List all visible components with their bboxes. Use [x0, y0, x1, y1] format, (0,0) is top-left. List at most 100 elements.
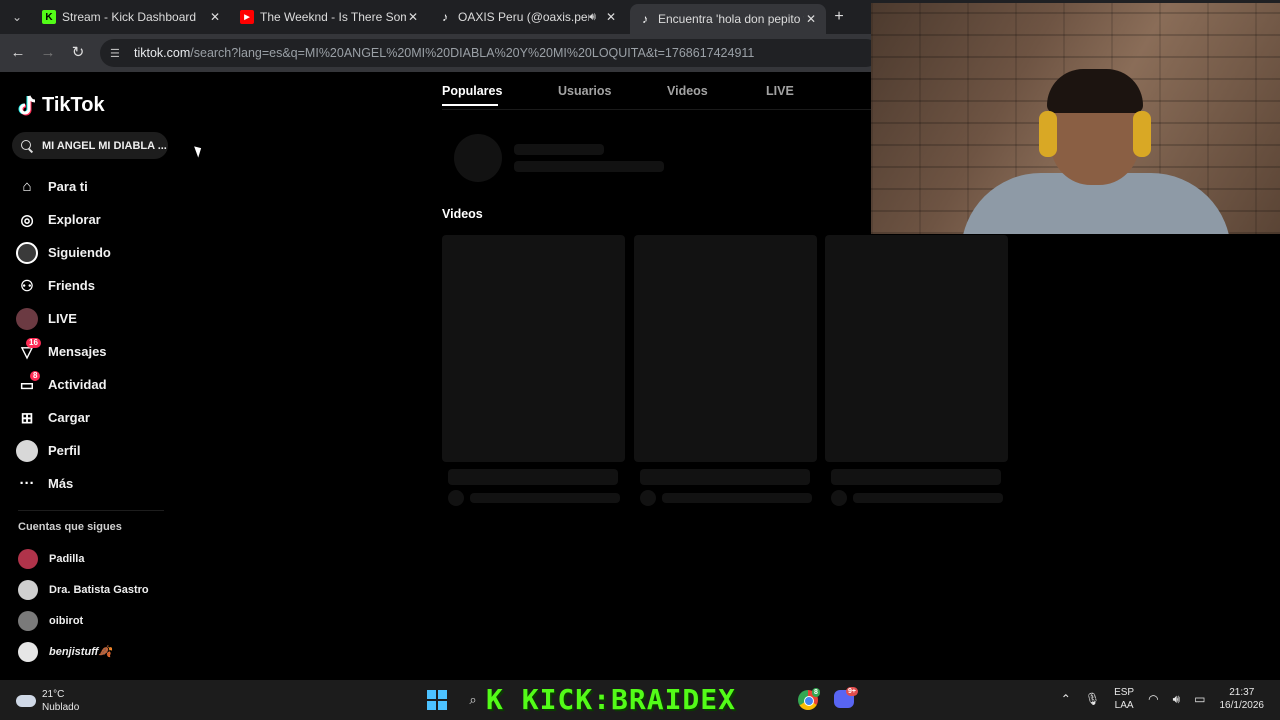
browser-tab-active-search[interactable]: ♪ Encuentra 'hola don pepito tuto ✕: [630, 4, 826, 34]
sidebar-nav: ⌂ Para ti ◎ Explorar Siguiendo ⚇ Friends…: [16, 170, 176, 500]
microphone-icon[interactable]: 🎙︎: [1085, 692, 1100, 706]
following-account[interactable]: oibirot: [18, 605, 149, 636]
video-meta-skeleton: [640, 490, 817, 506]
webcam-overlay: [871, 3, 1280, 234]
tiktok-icon: ♪: [642, 12, 648, 26]
mouse-cursor: [194, 144, 204, 158]
tab-title: OAXIS Peru (@oaxis.peru) en: [458, 10, 589, 24]
tab-search-menu-icon[interactable]: ⌄: [8, 8, 26, 26]
tiktok-icon: ♪: [442, 10, 448, 24]
clock[interactable]: 21:37 16/1/2026: [1220, 686, 1265, 712]
sidebar-item-label: Para ti: [48, 179, 88, 194]
back-arrow-icon[interactable]: ←: [8, 43, 28, 63]
account-name: Padilla: [49, 552, 85, 565]
sidebar-item-label: Mensajes: [48, 344, 107, 359]
clock-time: 21:37: [1229, 687, 1255, 698]
search-icon: [20, 139, 34, 153]
volume-icon[interactable]: 🔊︎: [1173, 692, 1181, 707]
upload-icon: ⊞: [20, 409, 34, 427]
weather-widget[interactable]: 21°C Nublado: [16, 688, 79, 714]
sidebar-item-label: Cargar: [48, 410, 90, 425]
activity-badge: 8: [30, 370, 41, 381]
video-card-skeleton[interactable]: [825, 235, 1008, 506]
video-card-skeleton[interactable]: [442, 235, 625, 506]
clock-date: 16/1/2026: [1219, 700, 1265, 711]
more-icon: ···: [19, 475, 35, 492]
browser-tab-youtube[interactable]: ▶ The Weeknd - Is There Someone ✕: [232, 4, 428, 30]
sidebar-item-live[interactable]: LIVE: [16, 302, 176, 335]
messages-icon: ▽ 16: [16, 337, 41, 363]
video-title-skeleton: [448, 469, 618, 485]
reload-icon[interactable]: ↻: [68, 43, 88, 63]
home-icon: ⌂: [22, 178, 32, 195]
close-tab-icon[interactable]: ✕: [406, 10, 420, 24]
close-tab-icon[interactable]: ✕: [804, 12, 818, 26]
kick-channel-banner: K KICK:BRAIDEX: [486, 683, 737, 716]
tab-title: Encuentra 'hola don pepito tuto: [658, 12, 804, 26]
friends-icon: ⚇: [20, 277, 34, 295]
avatar: [18, 610, 38, 631]
browser-tab-kick[interactable]: K Stream - Kick Dashboard ✕: [34, 4, 230, 30]
weather-desc: Nublado: [42, 702, 80, 713]
following-account[interactable]: benjistuff🍂: [18, 636, 149, 667]
chrome-badge: 8: [812, 688, 820, 697]
sidebar-item-label: Friends: [48, 278, 95, 293]
search-value: MI ANGEL MI DIABLA ...: [42, 139, 167, 152]
system-tray: ⌃ 🎙︎ ESP LAA ◠ 🔊︎ ▭ 21:37 16/1/2026: [1061, 686, 1264, 712]
sidebar-item-cargar[interactable]: ⊞ Cargar: [16, 401, 176, 434]
avatar: [18, 548, 38, 569]
chevron-up-icon[interactable]: ⌃: [1061, 692, 1071, 706]
video-thumbnail-skeleton: [825, 235, 1008, 462]
activity-icon: ▭ 8: [16, 370, 41, 396]
speaker-icon[interactable]: 🔊︎: [589, 11, 596, 24]
following-section-title: Cuentas que sigues: [18, 521, 122, 533]
language-indicator[interactable]: ESP LAA: [1114, 686, 1134, 712]
sidebar-item-friends[interactable]: ⚇ Friends: [16, 269, 176, 302]
messages-badge: 16: [26, 337, 41, 348]
sidebar-item-perfil[interactable]: Perfil: [16, 434, 176, 467]
video-thumbnail-skeleton: [442, 235, 625, 462]
video-thumbnail-skeleton: [634, 235, 817, 462]
keyboard-layout: LAA: [1114, 700, 1134, 711]
following-account[interactable]: Padilla: [18, 543, 149, 574]
following-avatar-icon: [16, 241, 38, 264]
sidebar-item-label: Actividad: [48, 377, 107, 392]
search-input[interactable]: MI ANGEL MI DIABLA ...: [12, 132, 168, 159]
youtube-icon: ▶: [240, 10, 254, 24]
sidebar-item-siguiendo[interactable]: Siguiendo: [16, 236, 176, 269]
sidebar-item-mensajes[interactable]: ▽ 16 Mensajes: [16, 335, 176, 368]
forward-arrow-icon[interactable]: →: [38, 43, 58, 63]
search-result-tabs: Populares Usuarios Videos LIVE: [442, 84, 872, 110]
compass-icon: ◎: [20, 211, 34, 229]
sidebar-item-explorar[interactable]: ◎ Explorar: [16, 203, 176, 236]
new-tab-plus-icon[interactable]: +: [830, 8, 848, 26]
tab-title: The Weeknd - Is There Someone: [260, 10, 406, 24]
sidebar-item-actividad[interactable]: ▭ 8 Actividad: [16, 368, 176, 401]
close-tab-icon[interactable]: ✕: [208, 10, 222, 24]
user-result-skeleton-line: [514, 144, 604, 155]
avatar: [18, 641, 38, 662]
video-meta-skeleton: [831, 490, 1008, 506]
taskbar-search-icon[interactable]: ⌕: [462, 690, 484, 710]
close-tab-icon[interactable]: ✕: [604, 10, 618, 24]
site-info-icon[interactable]: ☰: [110, 47, 124, 60]
browser-tab-oaxis[interactable]: ♪ OAXIS Peru (@oaxis.peru) en 🔊︎ ✕: [430, 4, 626, 30]
windows-start-icon[interactable]: [427, 690, 447, 710]
tab-usuarios[interactable]: Usuarios: [558, 84, 612, 98]
sidebar-item-mas[interactable]: ··· Más: [16, 467, 176, 500]
tab-videos[interactable]: Videos: [667, 84, 708, 98]
battery-icon[interactable]: ▭: [1194, 692, 1205, 706]
user-result-skeleton-line: [514, 161, 664, 172]
address-bar[interactable]: ☰ tiktok.com/search?lang=es&q=MI%20ANGEL…: [100, 39, 880, 67]
tiktok-logo[interactable]: TikTok: [18, 94, 105, 117]
tab-populares[interactable]: Populares: [442, 84, 502, 106]
tab-live[interactable]: LIVE: [766, 84, 794, 98]
following-list: Padilla Dra. Batista Gastro oibirot benj…: [18, 543, 149, 667]
video-card-skeleton[interactable]: [634, 235, 817, 506]
sidebar-item-para-ti[interactable]: ⌂ Para ti: [16, 170, 176, 203]
following-account[interactable]: Dra. Batista Gastro: [18, 574, 149, 605]
wifi-icon[interactable]: ◠: [1148, 692, 1158, 706]
sidebar-item-label: Explorar: [48, 212, 101, 227]
user-result-skeleton-avatar: [454, 134, 502, 182]
profile-avatar-icon: [16, 439, 38, 462]
